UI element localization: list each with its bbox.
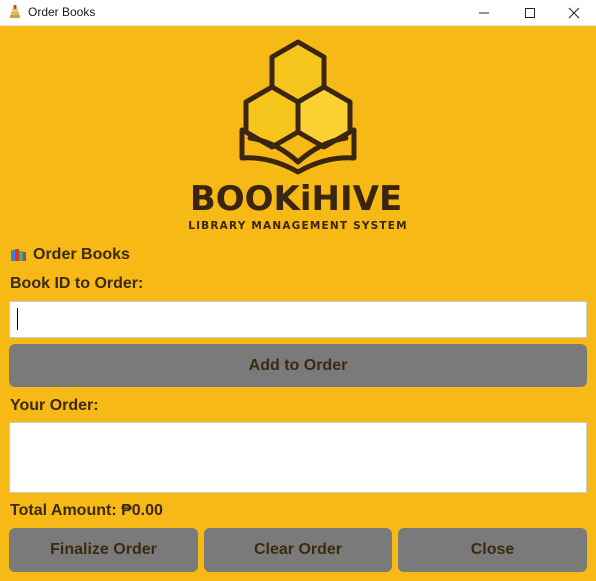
title-bar: Order Books — [0, 0, 596, 26]
book-stack-icon — [10, 5, 20, 18]
close-window-button[interactable] — [552, 0, 596, 26]
close-icon — [568, 7, 580, 19]
brand-name: BOOKiHIVE — [190, 179, 402, 219]
add-to-order-button[interactable]: Add to Order — [9, 344, 587, 387]
window-title: Order Books — [28, 5, 96, 19]
text-caret — [17, 308, 18, 330]
minimize-button[interactable] — [462, 0, 506, 26]
maximize-icon — [525, 8, 535, 18]
finalize-order-button[interactable]: Finalize Order — [9, 528, 198, 572]
brand-tagline: LIBRARY MANAGEMENT SYSTEM — [188, 220, 408, 232]
section-title-text: Order Books — [33, 246, 130, 263]
clear-order-button[interactable]: Clear Order — [204, 528, 392, 572]
main-content: BOOKiHIVE LIBRARY MANAGEMENT SYSTEM Orde… — [0, 26, 596, 581]
order-list[interactable] — [9, 422, 587, 493]
close-button[interactable]: Close — [398, 528, 587, 572]
total-amount: Total Amount: ₱0.00 — [10, 502, 163, 519]
book-id-label: Book ID to Order: — [10, 275, 144, 292]
hive-book-logo: BOOKiHIVE LIBRARY MANAGEMENT SYSTEM — [188, 39, 408, 232]
minimize-icon — [479, 12, 489, 14]
maximize-button[interactable] — [508, 0, 552, 26]
brand-logo: BOOKiHIVE LIBRARY MANAGEMENT SYSTEM — [180, 38, 412, 234]
book-id-input[interactable] — [9, 301, 587, 338]
books-icon — [11, 249, 26, 261]
your-order-label: Your Order: — [10, 397, 99, 414]
section-title: Order Books — [10, 245, 130, 265]
